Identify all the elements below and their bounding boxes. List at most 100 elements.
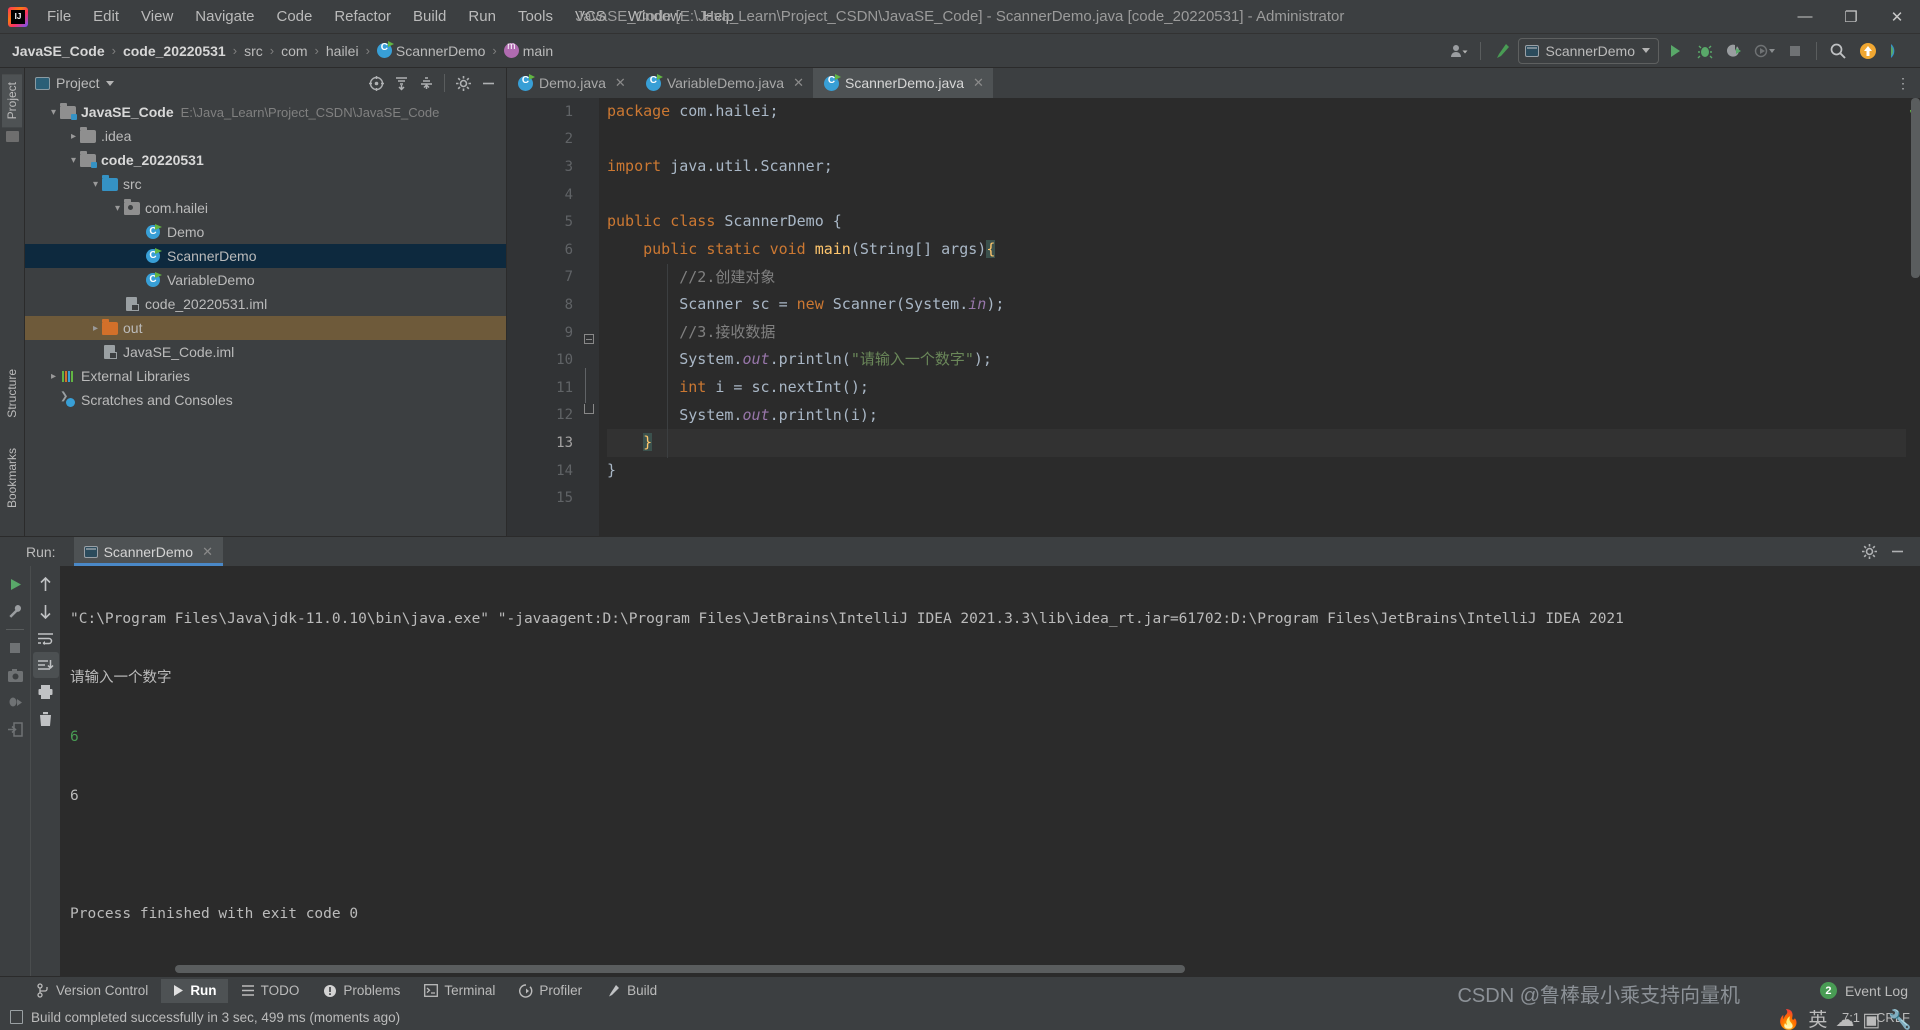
tree-item-scannerdemo[interactable]: C ScannerDemo <box>25 244 506 268</box>
menu-edit[interactable]: Edit <box>82 4 130 29</box>
tree-item-external-libraries[interactable]: ▸ External Libraries <box>25 364 506 388</box>
toolwindow-profiler[interactable]: Profiler <box>508 979 593 1003</box>
tab-variabledemo-java[interactable]: VariableDemo.java ✕ <box>635 68 813 98</box>
event-log-label[interactable]: Event Log <box>1845 983 1908 999</box>
run-tab-scannerdemo[interactable]: ScannerDemo ✕ <box>73 537 224 566</box>
restore-layout-icon[interactable] <box>2 716 28 742</box>
breadcrumb-com[interactable]: com <box>277 41 311 61</box>
editor-options-icon[interactable]: ⋮ <box>1886 68 1920 98</box>
rail-tab-bookmarks[interactable]: Bookmarks <box>2 440 22 516</box>
close-button[interactable]: ✕ <box>1874 0 1920 34</box>
rail-tab-project[interactable]: Project <box>2 74 22 128</box>
menu-tools[interactable]: Tools <box>507 4 564 29</box>
menu-help[interactable]: Help <box>692 4 745 29</box>
menu-vcs[interactable]: VCS <box>564 4 617 29</box>
tab-scannerdemo-java[interactable]: ScannerDemo.java ✕ <box>812 68 993 98</box>
tree-item-out[interactable]: ▸ out <box>25 316 506 340</box>
profile-button[interactable] <box>1751 38 1779 64</box>
rerun-icon[interactable] <box>2 571 28 597</box>
settings-gear-icon[interactable] <box>451 71 475 95</box>
tree-item-com-hailei[interactable]: ▾ com.hailei <box>25 196 506 220</box>
tree-item-scratches[interactable]: Scratches and Consoles <box>25 388 506 412</box>
editor-marker-bar[interactable]: ✓ <box>1906 98 1920 536</box>
chevron-right-icon[interactable]: ▸ <box>47 371 60 382</box>
tree-item-javase-iml[interactable]: JavaSE_Code.iml <box>25 340 506 364</box>
tree-item-javase-code[interactable]: ▾ JavaSE_Code E:\Java_Learn\Project_CSDN… <box>25 100 506 124</box>
chevron-down-icon[interactable] <box>105 80 114 86</box>
toolwindow-version-control[interactable]: Version Control <box>26 979 159 1003</box>
tree-item-demo[interactable]: C Demo <box>25 220 506 244</box>
hammer-build-icon[interactable] <box>1488 38 1516 64</box>
screenshot-icon[interactable] <box>2 662 28 688</box>
expand-all-icon[interactable] <box>389 71 413 95</box>
tab-demo-java[interactable]: Demo.java ✕ <box>507 68 635 98</box>
tree-item-idea[interactable]: ▸ .idea <box>25 124 506 148</box>
collapse-all-icon[interactable] <box>414 71 438 95</box>
chevron-down-icon[interactable]: ▾ <box>67 155 80 166</box>
print-icon[interactable] <box>33 679 59 705</box>
thread-dump-icon[interactable] <box>2 689 28 715</box>
code-content[interactable]: package com.hailei; import java.util.Sca… <box>599 98 1906 536</box>
close-icon[interactable]: ✕ <box>973 75 984 91</box>
select-opened-file-icon[interactable] <box>364 71 388 95</box>
edit-configuration-icon[interactable] <box>2 598 28 624</box>
hide-panel-icon[interactable] <box>476 71 500 95</box>
tree-item-code-iml[interactable]: code_20220531.iml <box>25 292 506 316</box>
editor-scrollbar-thumb[interactable] <box>1911 98 1920 278</box>
stop-button[interactable] <box>1781 38 1809 64</box>
toolwindow-build[interactable]: Build <box>595 979 668 1003</box>
menu-build[interactable]: Build <box>402 4 457 29</box>
settings-gear-icon[interactable] <box>1856 539 1882 565</box>
minimize-button[interactable]: — <box>1782 0 1828 34</box>
user-account-icon[interactable] <box>1445 38 1473 64</box>
tree-item-code-20220531[interactable]: ▾ code_20220531 <box>25 148 506 172</box>
menu-file[interactable]: File <box>36 4 82 29</box>
debug-button[interactable] <box>1691 38 1719 64</box>
up-arrow-icon[interactable] <box>33 571 59 597</box>
search-everywhere-icon[interactable] <box>1824 38 1852 64</box>
chevron-down-icon[interactable]: ▾ <box>89 179 102 190</box>
down-arrow-icon[interactable] <box>33 598 59 624</box>
run-configuration-selector[interactable]: ScannerDemo <box>1517 37 1659 64</box>
maximize-button[interactable]: ❐ <box>1828 0 1874 34</box>
menu-run[interactable]: Run <box>457 4 507 29</box>
hide-panel-icon[interactable] <box>1884 539 1910 565</box>
run-with-coverage-button[interactable] <box>1721 38 1749 64</box>
console-horizontal-scrollbar[interactable] <box>175 965 1185 973</box>
toolwindow-problems[interactable]: Problems <box>312 979 411 1003</box>
fold-collapse-icon[interactable] <box>584 334 594 344</box>
menu-refactor[interactable]: Refactor <box>323 4 402 29</box>
breadcrumb-scannerdemo[interactable]: ScannerDemo <box>373 41 490 61</box>
run-button[interactable] <box>1661 38 1689 64</box>
menu-window[interactable]: Window <box>617 4 692 29</box>
breadcrumb-main[interactable]: main <box>500 41 557 61</box>
console-output[interactable]: "C:\Program Files\Java\jdk-11.0.10\bin\j… <box>60 566 1920 976</box>
tree-item-src[interactable]: ▾ src <box>25 172 506 196</box>
soft-wrap-icon[interactable] <box>33 625 59 651</box>
fold-end-icon[interactable] <box>584 404 594 414</box>
toolwindow-todo[interactable]: TODO <box>230 979 311 1003</box>
scroll-to-end-icon[interactable] <box>32 652 59 678</box>
close-icon[interactable]: ✕ <box>793 75 804 91</box>
breadcrumb-javase-code[interactable]: JavaSE_Code <box>8 41 109 61</box>
menu-navigate[interactable]: Navigate <box>184 4 265 29</box>
breadcrumb-src[interactable]: src <box>240 41 267 61</box>
toolwindow-run[interactable]: Run <box>161 978 228 1003</box>
breadcrumb-hailei[interactable]: hailei <box>322 41 363 61</box>
close-icon[interactable]: ✕ <box>615 75 626 91</box>
ide-feature-trainer-icon[interactable] <box>1884 38 1912 64</box>
rail-tab-structure[interactable]: Structure <box>2 361 22 426</box>
toolwindow-terminal[interactable]: Terminal <box>413 979 506 1003</box>
update-project-icon[interactable] <box>1854 38 1882 64</box>
tree-item-variabledemo[interactable]: C VariableDemo <box>25 268 506 292</box>
stop-icon[interactable] <box>2 635 28 661</box>
menu-code[interactable]: Code <box>265 4 323 29</box>
breadcrumb-code-20220531[interactable]: code_20220531 <box>119 41 230 61</box>
chevron-right-icon[interactable]: ▸ <box>67 131 80 142</box>
chevron-right-icon[interactable]: ▸ <box>89 323 102 334</box>
chevron-down-icon[interactable]: ▾ <box>111 203 124 214</box>
menu-view[interactable]: View <box>130 4 184 29</box>
chevron-down-icon[interactable]: ▾ <box>47 107 60 118</box>
close-icon[interactable]: ✕ <box>202 544 213 560</box>
clear-all-icon[interactable] <box>33 706 59 732</box>
